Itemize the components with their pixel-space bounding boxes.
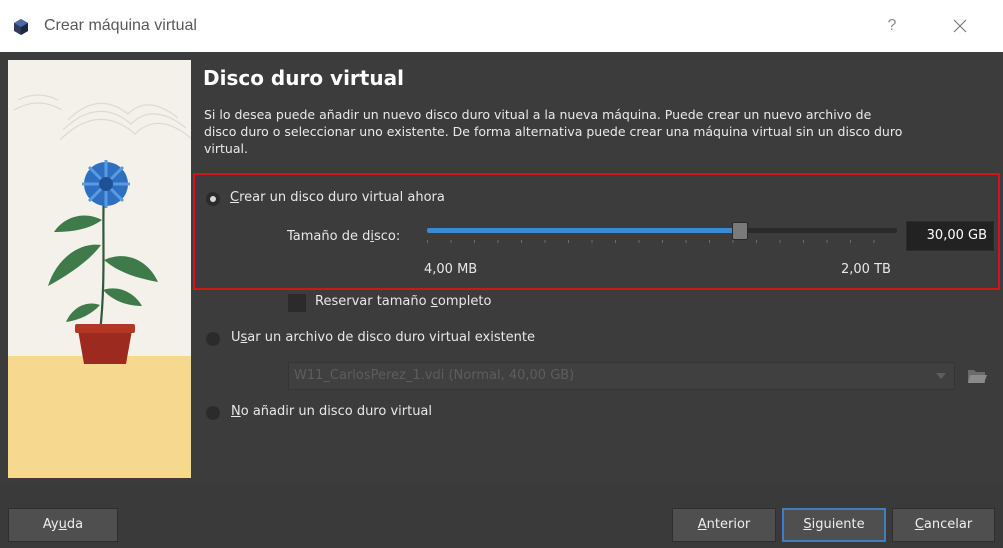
disk-size-max-label: 2,00 TB: [841, 262, 891, 277]
radio-create-disk-now-label[interactable]: Crear un disco duro virtual ahora: [230, 190, 445, 205]
next-button[interactable]: Siguiente: [782, 508, 886, 542]
existing-disk-select[interactable]: W11_CarlosPerez_1.vdi (Normal, 40,00 GB): [288, 362, 955, 390]
existing-disk-select-value: W11_CarlosPerez_1.vdi (Normal, 40,00 GB): [294, 368, 575, 383]
disk-size-input[interactable]: 30,00 GB: [906, 221, 994, 251]
radio-no-disk[interactable]: [206, 406, 220, 420]
window-title: Crear máquina virtual: [44, 17, 197, 34]
disk-size-slider-ticks: [427, 240, 897, 243]
plant-illustration-icon: [8, 60, 191, 478]
virtualbox-icon: [14, 19, 28, 35]
folder-open-icon[interactable]: [966, 366, 988, 386]
disk-size-slider-fill: [427, 228, 740, 233]
disk-size-min-label: 4,00 MB: [424, 262, 478, 277]
title-bar: Crear máquina virtual ?: [0, 0, 1003, 52]
disk-size-slider[interactable]: [427, 222, 897, 240]
disk-size-slider-handle[interactable]: [732, 222, 748, 240]
reserve-full-size-label[interactable]: Reservar tamaño completo: [315, 294, 491, 309]
radio-create-disk-now[interactable]: [206, 192, 220, 206]
radio-use-existing-disk[interactable]: [206, 332, 220, 346]
help-dialog-button[interactable]: Ayuda: [8, 508, 118, 542]
page-title: Disco duro virtual: [203, 66, 404, 90]
disk-size-label: Tamaño de disco:: [287, 229, 401, 244]
dialog-body: Disco duro virtual Si lo desea puede aña…: [0, 52, 1003, 548]
help-button[interactable]: ?: [880, 14, 904, 38]
cancel-button[interactable]: Cancelar: [892, 508, 995, 542]
chevron-down-icon: [936, 373, 946, 379]
page-description: Si lo desea puede añadir un nuevo disco …: [204, 107, 903, 156]
reserve-full-size-checkbox[interactable]: [288, 294, 306, 312]
close-icon[interactable]: [946, 12, 974, 40]
radio-no-disk-label[interactable]: No añadir un disco duro virtual: [231, 404, 432, 419]
back-button[interactable]: Anterior: [672, 508, 776, 542]
radio-use-existing-disk-label[interactable]: Usar un archivo de disco duro virtual ex…: [231, 330, 535, 345]
wizard-illustration: [8, 60, 191, 478]
